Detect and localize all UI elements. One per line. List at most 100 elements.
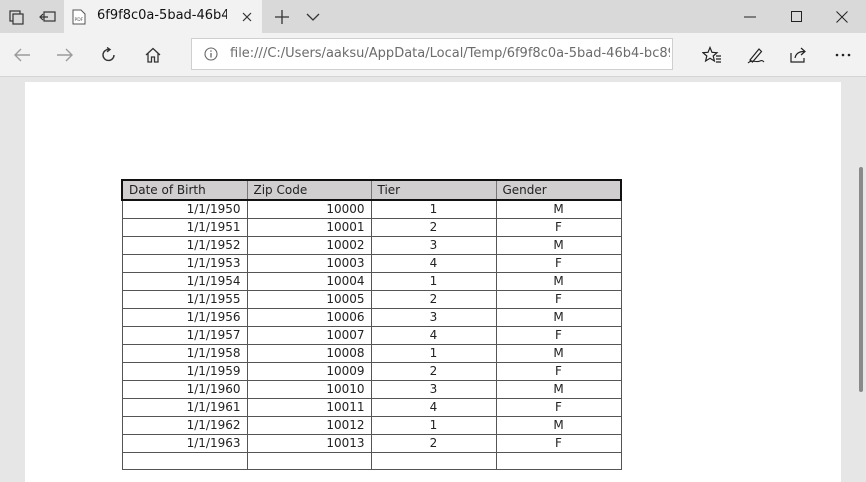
cell-tier: 3: [370, 380, 497, 399]
info-icon[interactable]: [204, 47, 218, 61]
tab-title: 6f9f8c0a-5bad-46b4-bc: [97, 8, 227, 23]
minimize-icon[interactable]: [726, 0, 774, 33]
table-row: 1/1/1959 10009 2 F: [121, 362, 622, 381]
cell-zip-code: 10006: [246, 308, 372, 327]
cell-zip-code: 10007: [246, 326, 372, 345]
cell-date-of-birth: 1/1/1955: [121, 290, 248, 309]
cell-tier: 3: [370, 236, 497, 255]
cell-tier: 2: [370, 290, 497, 309]
cell-zip-code: 10010: [246, 380, 372, 399]
cell-tier: 4: [370, 326, 497, 345]
pdf-file-icon: PDF: [72, 9, 86, 25]
cell-date-of-birth: 1/1/1962: [121, 416, 248, 435]
table-row: 1/1/1955 10005 2 F: [121, 290, 622, 309]
cell-gender: F: [495, 398, 622, 417]
table-row: 1/1/1953 10003 4 F: [121, 254, 622, 273]
cell-gender: F: [495, 362, 622, 381]
maximize-icon[interactable]: [772, 0, 820, 33]
pdf-viewer: Date of Birth Zip Code Tier Gender 1/1/1…: [0, 77, 866, 482]
table-row: 1/1/1960 10010 3 M: [121, 380, 622, 399]
cell-date-of-birth: [121, 452, 248, 470]
cell-date-of-birth: 1/1/1952: [121, 236, 248, 255]
refresh-icon[interactable]: [87, 33, 131, 77]
tab-strip: PDF 6f9f8c0a-5bad-46b4-bc: [0, 0, 866, 33]
active-tab[interactable]: PDF 6f9f8c0a-5bad-46b4-bc: [64, 0, 262, 33]
more-icon[interactable]: [821, 33, 865, 77]
table-row: 1/1/1950 10000 1 M: [121, 199, 622, 219]
set-aside-tabs-icon[interactable]: [32, 0, 64, 33]
table-row: 1/1/1962 10012 1 M: [121, 416, 622, 435]
cell-date-of-birth: 1/1/1950: [121, 199, 248, 219]
cell-date-of-birth: 1/1/1959: [121, 362, 248, 381]
cell-gender: M: [495, 344, 622, 363]
url-text: file:///C:/Users/aaksu/AppData/Local/Tem…: [230, 46, 670, 61]
tab-close-icon[interactable]: [232, 0, 262, 33]
vertical-scrollbar[interactable]: [859, 167, 863, 392]
cell-zip-code: 10008: [246, 344, 372, 363]
cell-gender: M: [495, 199, 622, 219]
cell-tier: 1: [370, 272, 497, 291]
table-row: [121, 452, 622, 470]
navigation-toolbar: file:///C:/Users/aaksu/AppData/Local/Tem…: [0, 33, 866, 77]
cell-zip-code: 10009: [246, 362, 372, 381]
cell-gender: M: [495, 380, 622, 399]
cell-zip-code: 10003: [246, 254, 372, 273]
cell-date-of-birth: 1/1/1951: [121, 218, 248, 237]
table-row: 1/1/1961 10011 4 F: [121, 398, 622, 417]
cell-date-of-birth: 1/1/1953: [121, 254, 248, 273]
column-header-gender: Gender: [495, 179, 622, 201]
cell-tier: 3: [370, 308, 497, 327]
cell-tier: 2: [370, 362, 497, 381]
cell-date-of-birth: 1/1/1957: [121, 326, 248, 345]
cell-gender: F: [495, 290, 622, 309]
column-header-zip-code: Zip Code: [246, 179, 372, 201]
cell-zip-code: 10001: [246, 218, 372, 237]
home-icon[interactable]: [131, 33, 175, 77]
table-row: 1/1/1951 10001 2 F: [121, 218, 622, 237]
table-row: 1/1/1956 10006 3 M: [121, 308, 622, 327]
pdf-page: Date of Birth Zip Code Tier Gender 1/1/1…: [25, 82, 841, 482]
table-row: 1/1/1952 10002 3 M: [121, 236, 622, 255]
cell-gender: [495, 452, 622, 470]
table-header-row: Date of Birth Zip Code Tier Gender: [121, 179, 622, 201]
cell-zip-code: 10004: [246, 272, 372, 291]
cell-date-of-birth: 1/1/1963: [121, 434, 248, 453]
favorites-star-icon[interactable]: [690, 33, 734, 77]
cell-tier: 1: [370, 416, 497, 435]
table-row: 1/1/1957 10007 4 F: [121, 326, 622, 345]
cell-zip-code: [246, 452, 372, 470]
window-close-icon[interactable]: [818, 0, 866, 33]
column-header-tier: Tier: [370, 179, 497, 201]
tab-actions-icon[interactable]: [0, 0, 32, 33]
back-arrow-icon[interactable]: [0, 33, 44, 77]
cell-tier: 2: [370, 434, 497, 453]
share-icon[interactable]: [777, 33, 821, 77]
table-row: 1/1/1954 10004 1 M: [121, 272, 622, 291]
cell-date-of-birth: 1/1/1958: [121, 344, 248, 363]
cell-zip-code: 10005: [246, 290, 372, 309]
cell-gender: F: [495, 434, 622, 453]
cell-gender: M: [495, 416, 622, 435]
cell-gender: M: [495, 272, 622, 291]
forward-arrow-icon[interactable]: [43, 33, 87, 77]
column-header-date-of-birth: Date of Birth: [121, 179, 248, 201]
cell-zip-code: 10013: [246, 434, 372, 453]
address-bar[interactable]: file:///C:/Users/aaksu/AppData/Local/Tem…: [191, 38, 673, 70]
cell-zip-code: 10011: [246, 398, 372, 417]
cell-tier: 4: [370, 398, 497, 417]
cell-zip-code: 10000: [246, 199, 372, 219]
cell-gender: M: [495, 236, 622, 255]
pen-notes-icon[interactable]: [734, 33, 778, 77]
cell-gender: F: [495, 218, 622, 237]
svg-text:PDF: PDF: [75, 17, 84, 23]
cell-tier: 4: [370, 254, 497, 273]
cell-zip-code: 10002: [246, 236, 372, 255]
cell-tier: 1: [370, 199, 497, 219]
cell-date-of-birth: 1/1/1954: [121, 272, 248, 291]
data-table: Date of Birth Zip Code Tier Gender 1/1/1…: [121, 179, 622, 470]
new-tab-plus-icon[interactable]: [266, 0, 298, 33]
tab-list-chevron-down-icon[interactable]: [297, 0, 329, 33]
cell-gender: M: [495, 308, 622, 327]
table-row: 1/1/1958 10008 1 M: [121, 344, 622, 363]
cell-date-of-birth: 1/1/1961: [121, 398, 248, 417]
